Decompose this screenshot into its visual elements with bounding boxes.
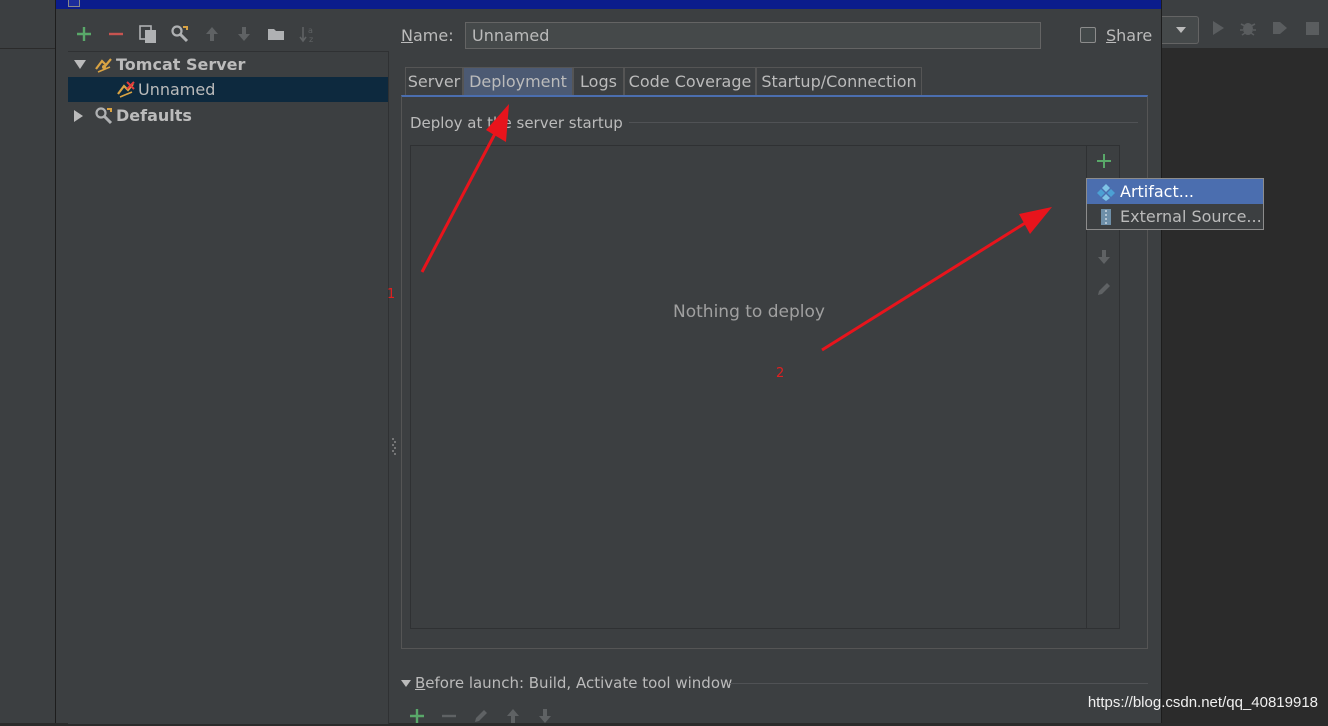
add-popup-menu: Artifact... External Source... — [1086, 178, 1264, 230]
configurations-panel: az Tomcat Server Unnamed Defaults — [68, 18, 389, 724]
ide-left-toolbar — [0, 0, 55, 49]
tree-item-label: Defaults — [116, 106, 192, 125]
remove-icon[interactable] — [439, 706, 459, 726]
add-icon[interactable] — [1094, 151, 1114, 171]
splitter-handle[interactable] — [392, 437, 396, 455]
copy-icon[interactable] — [138, 24, 158, 44]
configurations-tree: Tomcat Server Unnamed Defaults — [68, 51, 389, 724]
ide-left-strip — [0, 0, 55, 723]
deploy-list[interactable]: Nothing to deploy — [410, 145, 1120, 629]
tree-item-label: Tomcat Server — [116, 55, 246, 74]
run-icon[interactable] — [1208, 18, 1228, 38]
run-debug-configurations-dialog: az Tomcat Server Unnamed Defaults Name: … — [55, 0, 1264, 726]
expand-down-icon[interactable] — [74, 60, 86, 69]
before-launch-label[interactable]: Before launch: Build, Activate tool wind… — [415, 672, 732, 694]
empty-list-text: Nothing to deploy — [673, 302, 825, 322]
wrench-icon[interactable] — [170, 24, 190, 44]
wrench-icon — [95, 107, 113, 125]
move-down-icon[interactable] — [535, 706, 555, 726]
move-down-icon[interactable] — [234, 24, 254, 44]
svg-text:z: z — [309, 35, 313, 44]
tree-item-label: Unnamed — [138, 80, 216, 99]
edit-icon[interactable] — [1094, 279, 1114, 299]
edit-icon[interactable] — [471, 706, 491, 726]
menu-item-external-source[interactable]: External Source... — [1087, 204, 1263, 229]
ide-editor-area — [1160, 48, 1328, 723]
move-up-icon[interactable] — [202, 24, 222, 44]
folder-icon[interactable] — [266, 24, 286, 44]
remove-icon[interactable] — [106, 24, 126, 44]
before-launch-separator — [730, 683, 1148, 684]
tab-startup-connection[interactable]: Startup/Connection — [756, 67, 922, 95]
archive-icon — [1101, 209, 1111, 225]
tomcat-error-icon — [117, 81, 135, 98]
tree-item-unnamed[interactable]: Unnamed — [68, 77, 388, 102]
tab-logs[interactable]: Logs — [573, 67, 624, 95]
configurations-toolbar: az — [68, 18, 388, 50]
watermark: https://blog.csdn.net/qq_40819918 — [1087, 694, 1318, 711]
tree-item-defaults[interactable]: Defaults — [68, 103, 388, 128]
name-label: Name: — [401, 26, 454, 45]
title-bar-icon — [68, 0, 80, 7]
name-field[interactable] — [465, 22, 1041, 49]
coverage-icon[interactable] — [1270, 18, 1290, 38]
move-down-icon[interactable] — [1094, 247, 1114, 267]
svg-text:a: a — [308, 26, 313, 35]
annotation-label-2: 2 — [776, 366, 785, 381]
sort-alpha-icon[interactable]: az — [298, 24, 318, 44]
tomcat-icon — [95, 58, 112, 73]
add-icon[interactable] — [407, 706, 427, 726]
annotation-label-1: 1 — [387, 287, 396, 302]
share-label[interactable]: Share — [1106, 25, 1152, 47]
deploy-section-title: Deploy at the server startup — [410, 113, 629, 133]
stop-icon[interactable] — [1302, 18, 1322, 38]
run-config-combo[interactable] — [1162, 16, 1199, 44]
dialog-title-bar — [56, 0, 1161, 9]
collapse-down-icon[interactable] — [401, 680, 411, 687]
debug-icon[interactable] — [1238, 18, 1258, 38]
menu-item-label: External Source... — [1120, 207, 1262, 226]
tab-deployment[interactable]: Deployment — [463, 67, 573, 95]
share-checkbox[interactable] — [1080, 27, 1096, 43]
tab-server[interactable]: Server — [405, 67, 463, 95]
tree-item-tomcat-server[interactable]: Tomcat Server — [68, 52, 388, 77]
add-icon[interactable] — [74, 24, 94, 44]
expand-right-icon[interactable] — [74, 110, 83, 122]
menu-item-artifact[interactable]: Artifact... — [1087, 179, 1263, 204]
menu-item-label: Artifact... — [1120, 182, 1195, 201]
move-up-icon[interactable] — [503, 706, 523, 726]
tab-code-coverage[interactable]: Code Coverage — [624, 67, 756, 95]
chevron-down-icon — [1176, 27, 1186, 33]
artifact-icon — [1097, 184, 1115, 201]
